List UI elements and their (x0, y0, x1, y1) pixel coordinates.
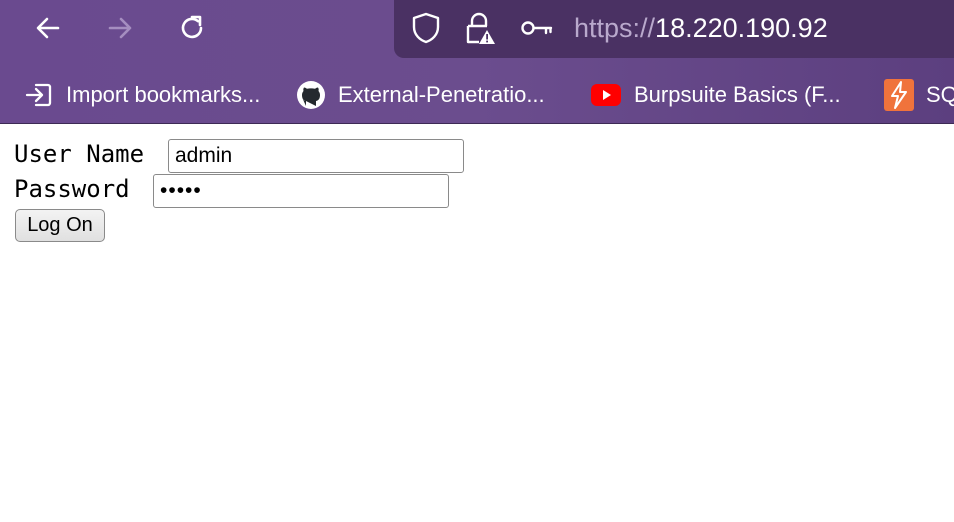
bookmarks-toolbar: Import bookmarks... External-Penetratio.… (0, 72, 954, 118)
password-manager-button[interactable] (520, 10, 554, 46)
insecure-lock-icon (466, 12, 495, 44)
shield-icon (412, 12, 440, 44)
forward-arrow-icon (108, 17, 132, 39)
page-content: User Name Password ••••• Log On (0, 125, 954, 522)
site-security-button[interactable] (463, 10, 497, 46)
username-label: User Name (14, 140, 145, 168)
back-button[interactable] (28, 9, 68, 47)
youtube-icon (590, 80, 622, 110)
bookmark-import[interactable]: Import bookmarks... (24, 78, 260, 112)
bookmark-label: Burpsuite Basics (F... (634, 82, 841, 107)
bookmark-external-penetration[interactable]: External-Penetratio... (296, 78, 545, 112)
reload-icon (181, 15, 203, 39)
url-scheme: https:// (574, 13, 656, 43)
browser-chrome: https://18.220.190.92 Import bookmarks..… (0, 0, 954, 124)
import-icon (24, 80, 54, 110)
github-icon (296, 80, 326, 110)
bookmark-label: Import bookmarks... (66, 82, 261, 107)
password-input[interactable]: ••••• (153, 174, 449, 208)
bookmark-label: SQ (926, 82, 954, 107)
key-icon (521, 21, 553, 35)
back-arrow-icon (36, 17, 60, 39)
bookmark-sq[interactable]: SQ (884, 78, 954, 112)
reload-button[interactable] (172, 9, 212, 47)
tracking-protection-shield[interactable] (409, 10, 443, 46)
bookmark-label: External-Penetratio... (338, 82, 545, 107)
forward-button[interactable] (100, 9, 140, 47)
username-input[interactable] (168, 139, 464, 173)
password-label: Password (14, 175, 130, 203)
bookmark-burpsuite-basics[interactable]: Burpsuite Basics (F... (590, 78, 841, 112)
log-on-button[interactable]: Log On (15, 209, 105, 242)
bolt-icon (884, 79, 914, 111)
url-host: 18.220.190.92 (655, 13, 828, 43)
url-text[interactable]: https://18.220.190.92 (574, 10, 828, 46)
